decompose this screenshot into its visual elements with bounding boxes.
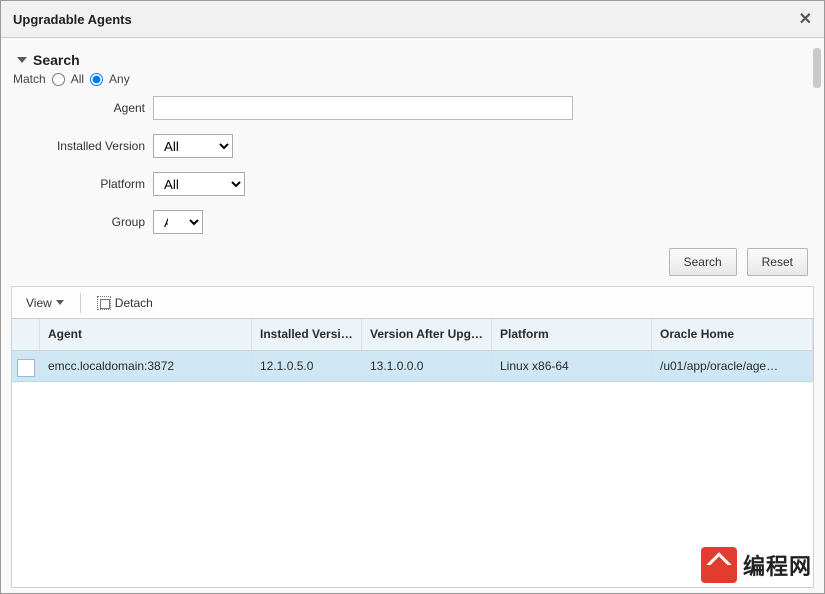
grid-toolbar: View Detach: [11, 286, 814, 318]
grid-header-row: Agent Installed Version Version After Up…: [12, 319, 813, 351]
col-agent[interactable]: Agent: [40, 319, 252, 350]
view-label: View: [26, 296, 52, 310]
platform-label: Platform: [11, 177, 153, 191]
chevron-down-icon: [56, 300, 64, 305]
platform-select[interactable]: All: [153, 172, 245, 196]
installed-version-select[interactable]: All: [153, 134, 233, 158]
match-row: Match All Any: [13, 72, 814, 86]
scrollbar-vertical[interactable]: [812, 48, 822, 583]
group-label: Group: [11, 215, 153, 229]
detach-label: Detach: [115, 296, 153, 310]
dialog-body: Search Match All Any Agent Installed Ver…: [1, 38, 824, 593]
toolbar-separator: [80, 293, 81, 313]
form-row-installed-version: Installed Version All: [11, 134, 814, 158]
dialog: Upgradable Agents ✕ Search Match All Any…: [0, 0, 825, 594]
cell-platform: Linux x86-64: [492, 351, 652, 381]
group-select[interactable]: All: [153, 210, 203, 234]
match-all-radio[interactable]: [52, 73, 65, 86]
cell-version-after: 13.1.0.0.0: [362, 351, 492, 381]
search-title: Search: [33, 52, 80, 68]
cell-oracle-home: /u01/app/oracle/age…: [652, 351, 813, 381]
col-version-after[interactable]: Version After Upgrade: [362, 319, 492, 350]
scrollbar-thumb[interactable]: [813, 48, 821, 88]
watermark-text: 编程网: [743, 549, 812, 581]
form-row-platform: Platform All: [11, 172, 814, 196]
search-header[interactable]: Search: [17, 52, 814, 68]
col-installed-version[interactable]: Installed Version: [252, 319, 362, 350]
col-oracle-home[interactable]: Oracle Home: [652, 319, 813, 350]
installed-version-label: Installed Version: [11, 139, 153, 153]
table-row[interactable]: emcc.localdomain:3872 12.1.0.5.0 13.1.0.…: [12, 351, 813, 382]
view-menu[interactable]: View: [18, 293, 72, 313]
agent-input[interactable]: [153, 96, 573, 120]
agents-grid: Agent Installed Version Version After Up…: [11, 318, 814, 588]
button-row: Search Reset: [11, 248, 808, 276]
agent-label: Agent: [11, 101, 153, 115]
match-any-radio[interactable]: [90, 73, 103, 86]
disclosure-triangle-icon[interactable]: [17, 57, 27, 63]
search-button[interactable]: Search: [669, 248, 737, 276]
reset-button[interactable]: Reset: [747, 248, 808, 276]
detach-icon: [97, 296, 111, 310]
row-select-box[interactable]: [17, 359, 35, 377]
cell-agent: emcc.localdomain:3872: [40, 351, 252, 381]
form-row-group: Group All: [11, 210, 814, 234]
watermark: 编程网: [701, 547, 812, 583]
match-all-label: All: [71, 72, 84, 86]
col-platform[interactable]: Platform: [492, 319, 652, 350]
match-label: Match: [13, 72, 46, 86]
col-select: [12, 319, 40, 350]
cell-installed-version: 12.1.0.5.0: [252, 351, 362, 381]
match-any-label: Any: [109, 72, 130, 86]
row-select-cell[interactable]: [12, 351, 40, 381]
dialog-title: Upgradable Agents: [13, 12, 132, 27]
watermark-logo-icon: [701, 547, 737, 583]
titlebar: Upgradable Agents ✕: [1, 1, 824, 38]
close-icon[interactable]: ✕: [799, 9, 812, 29]
form-row-agent: Agent: [11, 96, 814, 120]
detach-button[interactable]: Detach: [89, 293, 161, 313]
